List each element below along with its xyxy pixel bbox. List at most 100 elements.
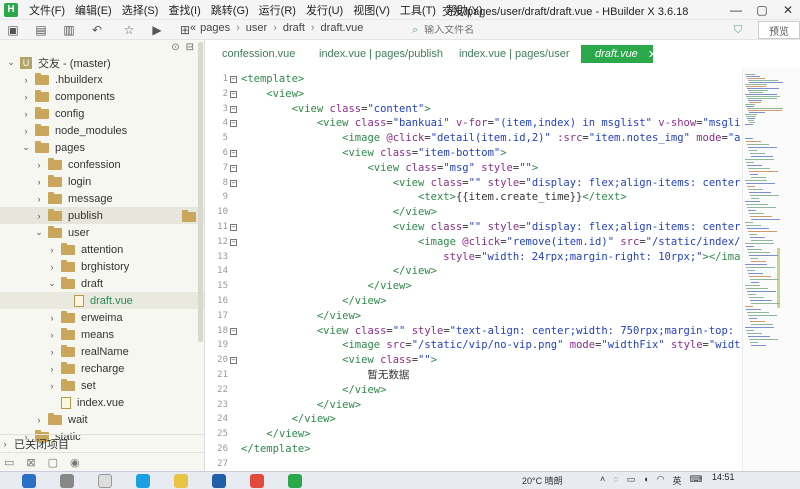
code-line[interactable]: 8− <view class="" style="display: flex;a…: [206, 176, 741, 191]
file-tree-folder[interactable]: › brghistory: [0, 258, 204, 275]
code-line[interactable]: 11− <view class="" style="display: flex;…: [206, 220, 741, 235]
menu-item[interactable]: 选择(S): [117, 2, 164, 18]
fold-toggle-icon[interactable]: −: [230, 105, 237, 113]
file-tree-folder[interactable]: › config: [0, 105, 204, 122]
breadcrumb-item[interactable]: pages: [200, 22, 230, 34]
run-icon[interactable]: ▶: [148, 21, 166, 39]
minimap-scroll-indicator[interactable]: [777, 248, 780, 308]
code-line[interactable]: 13 style="width: 24rpx;margin-right: 10r…: [206, 250, 741, 265]
file-tree-folder[interactable]: › publish: [0, 207, 204, 224]
file-tree-folder[interactable]: › message: [0, 190, 204, 207]
file-tree-folder[interactable]: › .hbuilderx: [0, 71, 204, 88]
clock[interactable]: 14:51: [712, 473, 735, 482]
fold-toggle-icon[interactable]: −: [230, 357, 237, 365]
filter-icon[interactable]: ⛉: [734, 24, 742, 37]
file-tree-folder[interactable]: › node_modules: [0, 122, 204, 139]
save-icon[interactable]: ▤: [32, 21, 50, 39]
file-tree-folder[interactable]: › attention: [0, 241, 204, 258]
mail-icon[interactable]: [212, 473, 226, 488]
palette-icon[interactable]: ◉: [70, 456, 80, 469]
project-root[interactable]: ⌄ U 交友 - (master): [0, 54, 204, 71]
file-tree-folder[interactable]: › confession: [0, 156, 204, 173]
open-folder-icon[interactable]: [182, 210, 196, 222]
locate-file-icon[interactable]: ⊙: [171, 42, 179, 53]
network-icon[interactable]: ◌: [613, 474, 618, 487]
fold-toggle-icon[interactable]: −: [230, 224, 237, 231]
code-line[interactable]: 19 <image src="/static/vip/no-vip.png" m…: [206, 338, 741, 353]
task-view-icon[interactable]: [60, 473, 74, 488]
save-all-icon[interactable]: ▥: [60, 21, 78, 39]
code-line[interactable]: 26 </template>: [206, 442, 741, 457]
menu-item[interactable]: 文件(F): [24, 2, 70, 18]
tab-draft-vue[interactable]: draft.vue ✕: [581, 45, 657, 63]
fold-toggle-icon[interactable]: −: [230, 76, 237, 83]
minimize-button[interactable]: —: [724, 0, 748, 20]
code-line[interactable]: 20− <view class="">: [206, 353, 741, 368]
tab-confession-vue[interactable]: confession.vue: [222, 45, 295, 63]
tab-user-index[interactable]: index.vue | pages/user: [459, 45, 569, 63]
chrome-icon[interactable]: [250, 473, 264, 488]
file-tree-folder[interactable]: › erweima: [0, 309, 204, 326]
menu-item[interactable]: 查找(I): [163, 2, 205, 18]
file-tree-folder[interactable]: › means: [0, 326, 204, 343]
windows-start-icon[interactable]: [22, 473, 36, 488]
closed-projects[interactable]: › 已关闭项目: [0, 434, 204, 452]
file-tree-folder[interactable]: › recharge: [0, 360, 204, 377]
code-line[interactable]: 12− <image @click="remove(item.id)" src=…: [206, 235, 741, 250]
file-tree-folder[interactable]: › set: [0, 377, 204, 394]
code-line[interactable]: 1− <template>: [206, 72, 741, 87]
code-line[interactable]: 14 </view>: [206, 264, 741, 279]
breadcrumb-item[interactable]: user: [246, 22, 267, 34]
menu-item[interactable]: 跳转(G): [206, 2, 254, 18]
code-line[interactable]: 27: [206, 457, 741, 471]
edge-icon[interactable]: [136, 473, 150, 488]
file-tree-folder[interactable]: ⌄ draft: [0, 275, 204, 292]
widgets-icon[interactable]: [98, 473, 112, 488]
breadcrumb-back-icon[interactable]: «: [190, 22, 196, 34]
code-line[interactable]: 9 <text>{{item.create_time}}</text>: [206, 190, 741, 205]
code-line[interactable]: 5 <image @click="detail(item.id,2)" :src…: [206, 131, 741, 146]
favorite-icon[interactable]: ☆: [120, 21, 138, 39]
menu-item[interactable]: 工具(T): [395, 2, 441, 18]
sidebar-scrollbar[interactable]: [198, 42, 203, 342]
close-tab-icon[interactable]: ✕: [648, 48, 657, 61]
explorer-icon[interactable]: [174, 473, 188, 488]
chevron-up-icon[interactable]: ˄: [600, 474, 605, 487]
maximize-button[interactable]: ▢: [750, 0, 774, 20]
code-line[interactable]: 3− <view class="content">: [206, 102, 741, 117]
code-line[interactable]: 2− <view>: [206, 87, 741, 102]
menu-item[interactable]: 运行(R): [254, 2, 301, 18]
battery-icon[interactable]: ▭: [627, 474, 636, 487]
fold-toggle-icon[interactable]: −: [230, 120, 237, 128]
collapse-all-icon[interactable]: ⊟: [186, 42, 194, 53]
code-line[interactable]: 15 </view>: [206, 279, 741, 294]
volume-icon[interactable]: ◖: [643, 474, 648, 487]
file-tree-folder[interactable]: › realName: [0, 343, 204, 360]
close-button[interactable]: ✕: [776, 0, 800, 20]
code-line[interactable]: 17 </view>: [206, 309, 741, 324]
code-line[interactable]: 23 </view>: [206, 398, 741, 413]
code-line[interactable]: 21 暂无数据: [206, 368, 741, 383]
keyboard-icon[interactable]: ⌨: [689, 474, 702, 487]
file-tree-file[interactable]: draft.vue: [0, 292, 204, 309]
plugin-icon[interactable]: ⊠: [26, 456, 35, 469]
undo-icon[interactable]: ↶: [88, 21, 106, 39]
file-tree-folder[interactable]: › login: [0, 173, 204, 190]
fold-toggle-icon[interactable]: −: [230, 327, 237, 335]
wifi-icon[interactable]: ◠: [657, 474, 665, 487]
fold-toggle-icon[interactable]: −: [230, 238, 237, 246]
code-line[interactable]: 16 </view>: [206, 294, 741, 309]
minimap[interactable]: [742, 68, 800, 471]
file-tree-folder[interactable]: › components: [0, 88, 204, 105]
file-tree-folder[interactable]: ⌄ pages: [0, 139, 204, 156]
fold-toggle-icon[interactable]: −: [230, 164, 237, 172]
file-tree-file[interactable]: index.vue: [0, 394, 204, 411]
tab-publish-index[interactable]: index.vue | pages/publish: [319, 45, 443, 63]
menu-item[interactable]: 发行(U): [301, 2, 348, 18]
ime-indicator[interactable]: 英: [672, 474, 681, 487]
code-line[interactable]: 10 </view>: [206, 205, 741, 220]
code-editor[interactable]: 1− <template> 2− <view> 3− <view class="con…: [206, 68, 741, 471]
fold-toggle-icon[interactable]: −: [230, 90, 237, 98]
code-line[interactable]: 22 </view>: [206, 383, 741, 398]
weather-widget[interactable]: 20°C 晴朗: [522, 474, 563, 487]
